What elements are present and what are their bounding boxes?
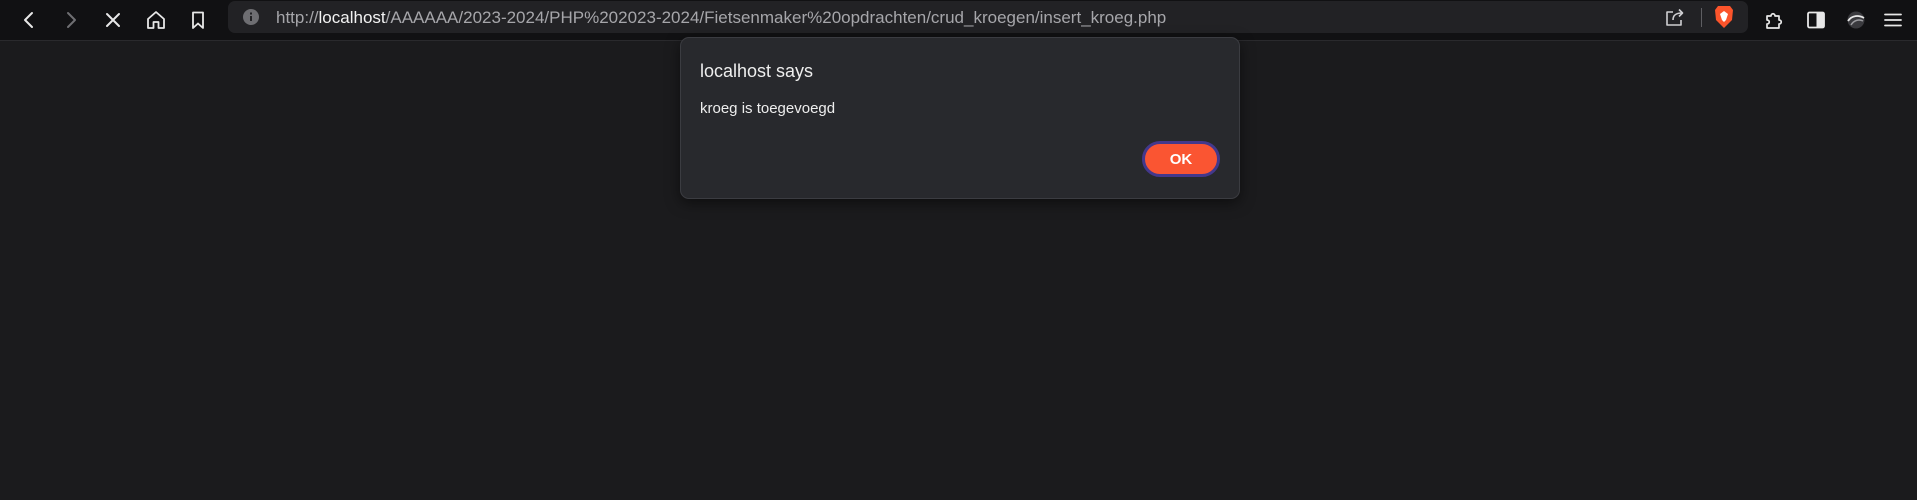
dialog-message: kroeg is toegevoegd [700, 100, 836, 117]
extensions-button[interactable] [1759, 5, 1789, 35]
stop-button[interactable] [98, 5, 128, 35]
urlbar-divider [1701, 8, 1702, 27]
main-menu-button[interactable] [1878, 5, 1908, 35]
wallet-icon [1847, 11, 1865, 29]
url-text[interactable]: http://localhost/AAAAAA/2023-2024/PHP%20… [276, 8, 1166, 28]
info-icon [243, 9, 259, 25]
bookmark-button[interactable] [183, 5, 213, 35]
bookmark-icon [192, 11, 204, 29]
back-icon [24, 12, 33, 28]
ok-button[interactable]: OK [1142, 141, 1220, 177]
forward-icon [67, 12, 76, 28]
close-icon [106, 13, 120, 27]
forward-button[interactable] [56, 5, 86, 35]
site-info-button[interactable] [242, 8, 260, 31]
wallet-button[interactable] [1841, 5, 1871, 35]
share-button[interactable] [1664, 6, 1686, 33]
url-host: localhost [318, 8, 386, 27]
url-prefix: http:// [276, 8, 319, 27]
back-button[interactable] [14, 5, 44, 35]
url-path: /AAAAAA/2023-2024/PHP%202023-2024/Fietse… [385, 8, 1167, 27]
brave-shields-button[interactable] [1712, 4, 1736, 35]
sidebar-icon [1807, 11, 1825, 29]
home-icon [147, 11, 165, 29]
brave-shields-icon [1715, 6, 1733, 28]
browser-toolbar: http://localhost/AAAAAA/2023-2024/PHP%20… [0, 0, 1917, 41]
share-icon [1666, 8, 1684, 26]
home-button[interactable] [141, 5, 171, 35]
alert-dialog: localhost says kroeg is toegevoegd OK [680, 37, 1240, 199]
address-bar[interactable]: http://localhost/AAAAAA/2023-2024/PHP%20… [228, 1, 1748, 33]
dialog-title: localhost says [700, 61, 814, 81]
puzzle-icon [1766, 12, 1783, 29]
menu-icon [1884, 13, 1902, 27]
sidebar-button[interactable] [1801, 5, 1831, 35]
